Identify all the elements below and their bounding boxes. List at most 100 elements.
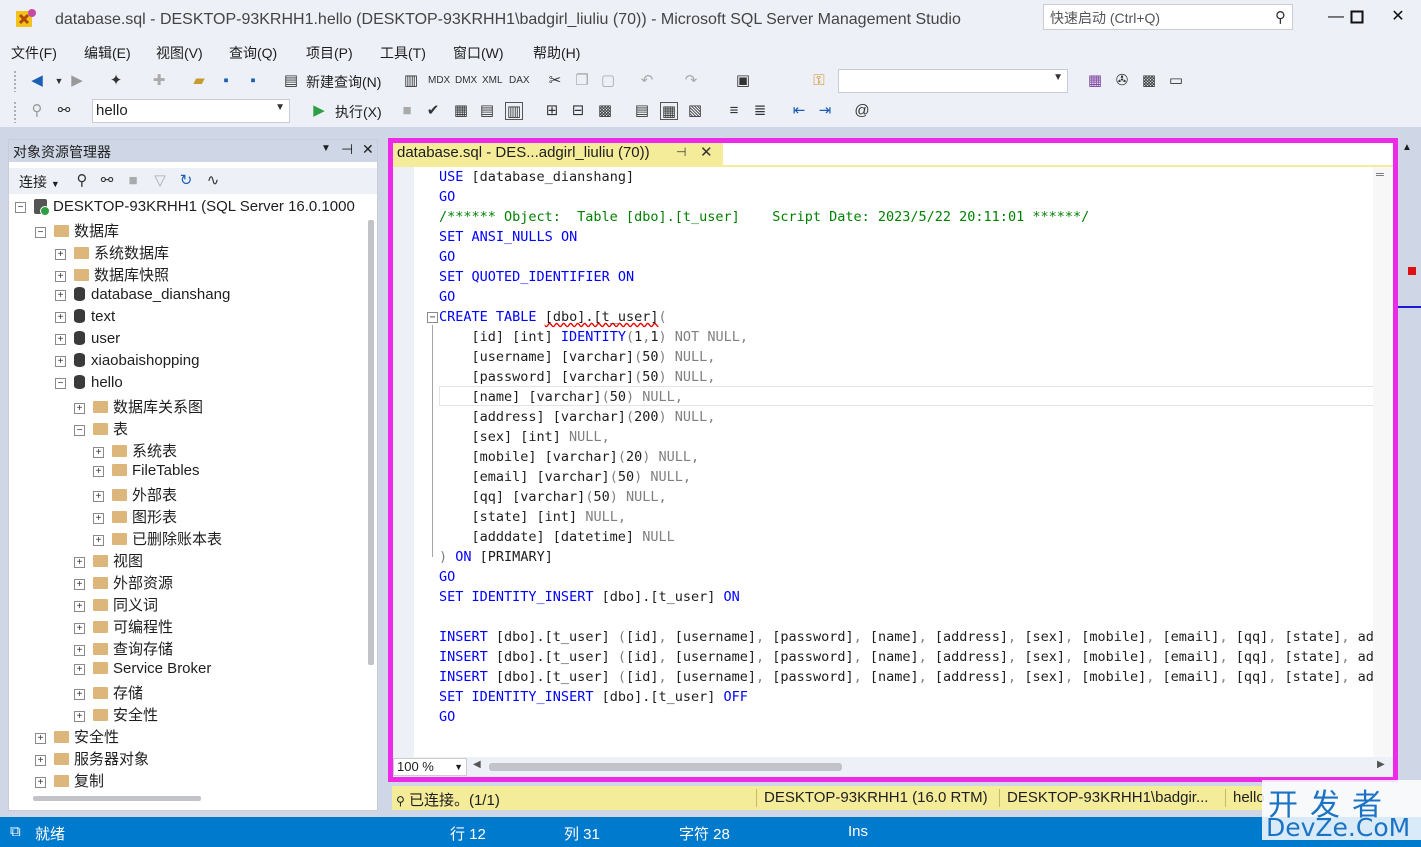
- expand-icon[interactable]: +: [55, 248, 66, 260]
- tree-node[interactable]: + 系统数据库: [55, 242, 169, 264]
- undo-icon[interactable]: ↶: [638, 72, 656, 90]
- toolbar-grip[interactable]: [13, 70, 17, 92]
- maximize-button[interactable]: [1337, 4, 1377, 30]
- collapse-region-icon[interactable]: −: [427, 312, 438, 323]
- quick-launch-input[interactable]: 快速启动 (Ctrl+Q) ⚲: [1043, 4, 1293, 30]
- stop-icon[interactable]: ■: [124, 172, 142, 190]
- activity-icon[interactable]: ∿: [204, 172, 222, 190]
- save-all-icon[interactable]: ▪: [244, 72, 262, 90]
- tree-node[interactable]: + 复制: [35, 770, 104, 788]
- scroll-right-icon[interactable]: ▶: [1377, 759, 1385, 770]
- expand-icon[interactable]: +: [55, 270, 66, 282]
- new-query-button[interactable]: 新建查询(N): [306, 72, 381, 92]
- menu-edit[interactable]: 编辑(E): [84, 43, 131, 63]
- forward-icon[interactable]: ▶: [68, 72, 86, 90]
- query-options-icon[interactable]: ▤: [478, 102, 496, 120]
- pin-icon[interactable]: ⊣: [341, 141, 353, 158]
- solution-explorer-icon[interactable]: ▦: [1086, 72, 1104, 90]
- display-plan-icon[interactable]: ▦: [452, 102, 470, 120]
- change-connection-icon[interactable]: ⚯: [55, 102, 73, 120]
- cut-icon[interactable]: ✂: [546, 72, 564, 90]
- dmx-icon[interactable]: DMX: [455, 72, 477, 90]
- tree-node[interactable]: − DESKTOP-93KRHH1 (SQL Server 16.0.1000: [15, 198, 355, 220]
- solution-config-combo[interactable]: ▼: [838, 69, 1068, 93]
- tree-node[interactable]: + 数据库快照: [55, 264, 169, 286]
- cancel-query-icon[interactable]: ■: [398, 102, 416, 120]
- increase-indent-icon[interactable]: ⇥: [816, 102, 834, 120]
- xmla-icon[interactable]: XML: [482, 72, 503, 90]
- intellisense-icon[interactable]: ▥: [505, 102, 523, 120]
- new-query-icon[interactable]: ▤: [282, 72, 300, 90]
- parse-icon[interactable]: ✔: [424, 102, 442, 120]
- expand-icon[interactable]: +: [93, 534, 104, 546]
- tree-node[interactable]: + 已删除账本表: [93, 528, 222, 550]
- tree-node[interactable]: − 数据库: [35, 220, 119, 242]
- tree-node[interactable]: + FileTables: [93, 462, 200, 484]
- chevron-up-icon[interactable]: ▲: [1402, 142, 1412, 153]
- properties-wrench-icon[interactable]: ✇: [1113, 72, 1131, 90]
- menu-help[interactable]: 帮助(H): [533, 43, 580, 63]
- expand-icon[interactable]: +: [55, 289, 66, 301]
- expand-icon[interactable]: +: [74, 402, 85, 414]
- pin-icon[interactable]: ⊣: [676, 145, 686, 159]
- tree-node[interactable]: + 同义词: [74, 594, 158, 616]
- expand-icon[interactable]: +: [93, 512, 104, 524]
- tree-node[interactable]: + user: [55, 330, 120, 352]
- menu-view[interactable]: 视图(V): [156, 43, 203, 63]
- expand-icon[interactable]: +: [93, 465, 104, 477]
- collapse-icon[interactable]: −: [74, 424, 85, 436]
- tree-node[interactable]: + database_dianshang: [55, 286, 230, 308]
- include-plan-icon[interactable]: ⊞: [543, 102, 561, 120]
- dropdown-arrow-icon[interactable]: ▼: [50, 72, 68, 90]
- tree-node[interactable]: + Service Broker: [74, 660, 211, 682]
- results-to-file-icon[interactable]: ▧: [686, 102, 704, 120]
- db-engine-query-icon[interactable]: ▥: [402, 72, 420, 90]
- connect-icon[interactable]: ⚲: [28, 102, 46, 120]
- menu-project[interactable]: 项目(P): [306, 43, 353, 63]
- tree-node[interactable]: + 数据库关系图: [74, 396, 203, 418]
- expand-icon[interactable]: +: [74, 578, 85, 590]
- expand-icon[interactable]: +: [35, 754, 46, 766]
- object-explorer-vertical-scrollbar[interactable]: [368, 220, 374, 665]
- add-item-icon[interactable]: ✚: [150, 72, 168, 90]
- toolbox-icon[interactable]: ▩: [1140, 72, 1158, 90]
- tree-node[interactable]: + 安全性: [35, 726, 119, 748]
- connect-dropdown-button[interactable]: 连接 ▼: [19, 172, 60, 192]
- tree-node[interactable]: + 视图: [74, 550, 143, 572]
- mdx-icon[interactable]: MDX: [428, 72, 450, 90]
- execute-icon[interactable]: ▶: [310, 102, 328, 120]
- collapse-icon[interactable]: −: [55, 377, 66, 389]
- split-icon[interactable]: ═: [1376, 169, 1384, 181]
- tree-node[interactable]: + 系统表: [93, 440, 177, 462]
- expand-icon[interactable]: +: [35, 732, 46, 744]
- back-icon[interactable]: ◀: [28, 72, 46, 90]
- expand-icon[interactable]: +: [74, 622, 85, 634]
- activity-monitor-icon[interactable]: ▣: [734, 72, 752, 90]
- paste-icon[interactable]: ▢: [599, 72, 617, 90]
- redo-icon[interactable]: ↷: [682, 72, 700, 90]
- expand-icon[interactable]: +: [93, 490, 104, 502]
- editor-horizontal-scrollbar[interactable]: [489, 763, 842, 771]
- collapse-icon[interactable]: −: [15, 201, 26, 213]
- menu-query[interactable]: 查询(Q): [229, 43, 277, 63]
- expand-icon[interactable]: +: [74, 663, 85, 675]
- open-file-icon[interactable]: ▰: [190, 72, 208, 90]
- object-explorer-horizontal-scrollbar[interactable]: [33, 796, 201, 801]
- results-to-text-icon[interactable]: ▤: [633, 102, 651, 120]
- tree-node[interactable]: + 外部资源: [74, 572, 173, 594]
- decrease-indent-icon[interactable]: ⇤: [790, 102, 808, 120]
- tree-node[interactable]: + 可编程性: [74, 616, 173, 638]
- tree-node[interactable]: + 查询存储: [74, 638, 173, 660]
- connect-plug-icon[interactable]: ⚲: [73, 172, 91, 190]
- results-to-grid-icon[interactable]: ▦: [660, 102, 678, 120]
- expand-icon[interactable]: +: [74, 710, 85, 722]
- new-project-icon[interactable]: ✦: [107, 72, 125, 90]
- tree-node[interactable]: + 图形表: [93, 506, 177, 528]
- tree-node[interactable]: + 服务器对象: [35, 748, 149, 770]
- tree-node[interactable]: − 表: [74, 418, 128, 440]
- close-window-button[interactable]: ✕: [1378, 4, 1418, 30]
- expand-icon[interactable]: +: [55, 333, 66, 345]
- expand-icon[interactable]: +: [55, 355, 66, 367]
- close-tab-icon[interactable]: ✕: [700, 143, 713, 161]
- sql-code-area[interactable]: − USE [database_dianshang] GO /****** Obje…: [415, 167, 1390, 757]
